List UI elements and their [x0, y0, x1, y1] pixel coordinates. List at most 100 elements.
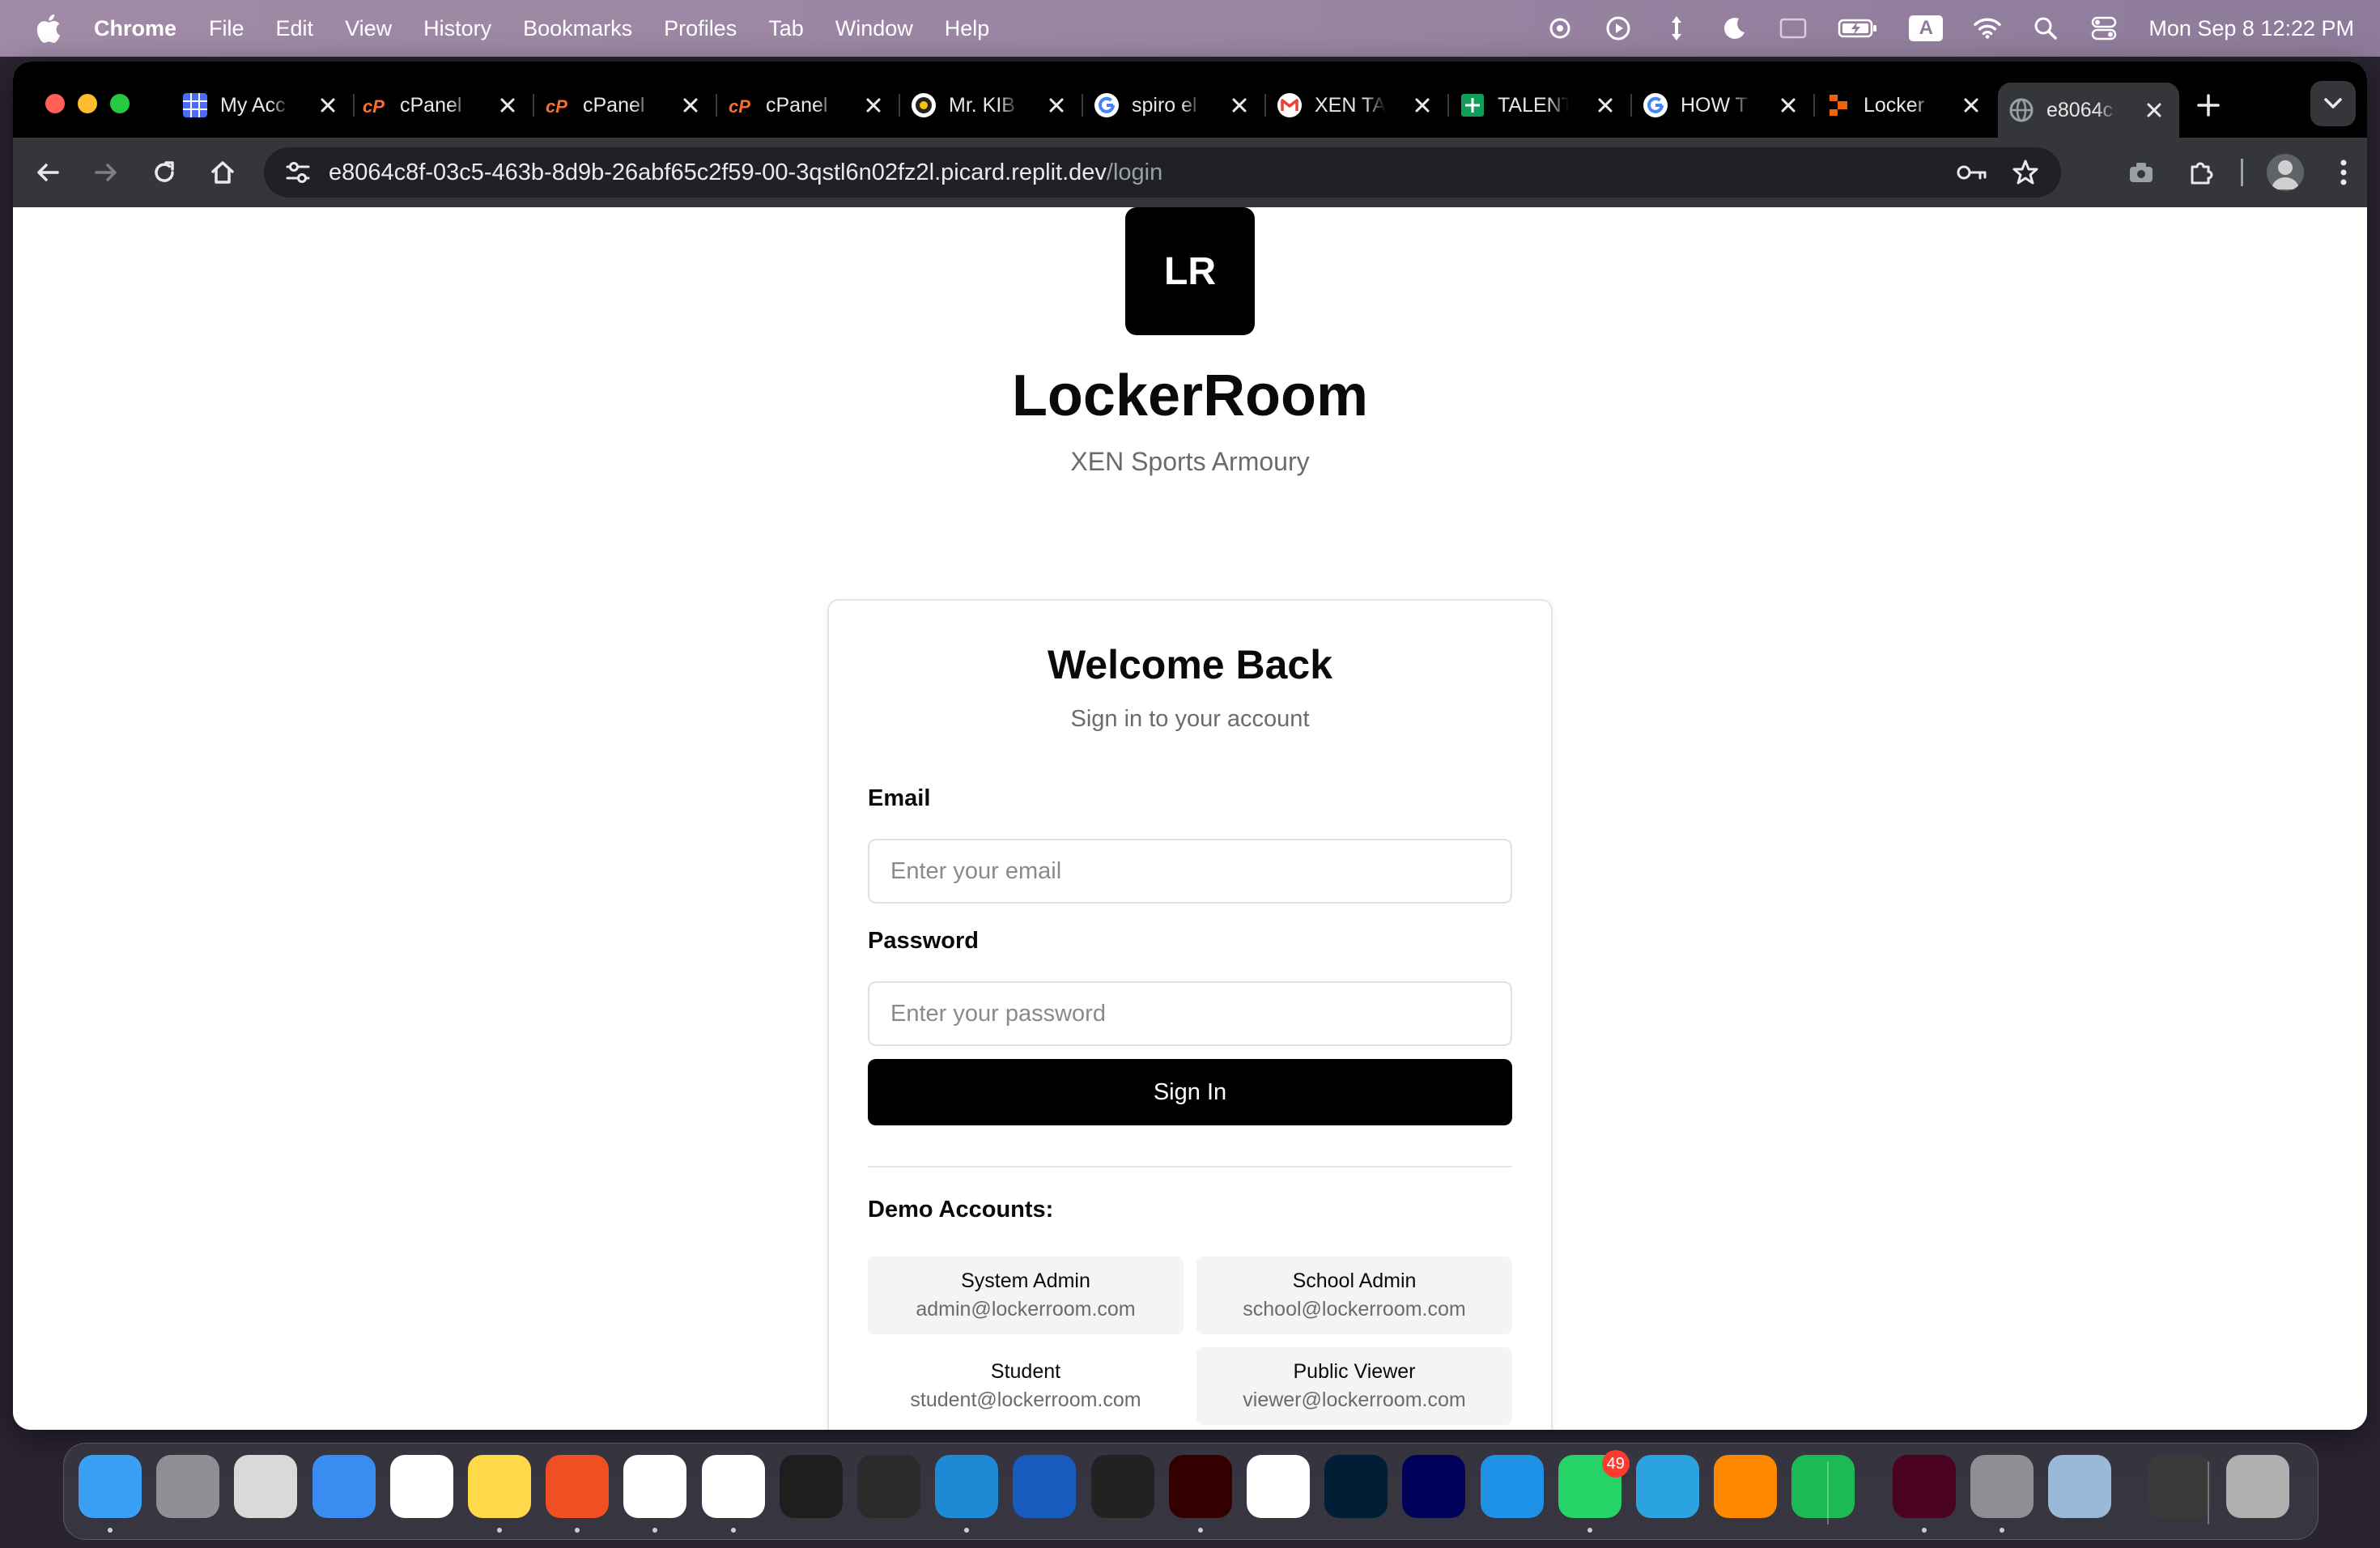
menu-window[interactable]: Window — [835, 16, 913, 41]
moon-icon[interactable] — [1721, 15, 1749, 42]
close-icon[interactable] — [1778, 95, 1799, 116]
demo-account-school-admin[interactable]: School Admin school@lockerroom.com — [1196, 1257, 1512, 1334]
close-icon[interactable] — [2144, 100, 2165, 121]
terminal-icon[interactable] — [779, 1455, 843, 1518]
demo-account-student[interactable]: Student student@lockerroom.com — [868, 1347, 1184, 1425]
site-settings-icon[interactable] — [282, 156, 314, 189]
brave-icon[interactable] — [546, 1455, 610, 1518]
vlc-icon[interactable] — [1714, 1455, 1778, 1518]
tab-9[interactable]: HOW T — [1632, 83, 1815, 128]
close-icon[interactable] — [1961, 95, 1982, 116]
email-field[interactable] — [868, 839, 1512, 904]
minimize-window-button[interactable] — [78, 94, 97, 113]
close-icon[interactable] — [1412, 95, 1433, 116]
close-window-button[interactable] — [45, 94, 65, 113]
mail-icon[interactable] — [312, 1455, 376, 1518]
menu-edit[interactable]: Edit — [276, 16, 314, 41]
launchpad-icon[interactable] — [234, 1455, 298, 1518]
spotify-icon[interactable] — [1791, 1455, 1855, 1518]
tab-2[interactable]: cP cPanel — [351, 83, 534, 128]
menu-profiles[interactable]: Profiles — [664, 16, 737, 41]
indesign-icon[interactable] — [1892, 1455, 1956, 1518]
new-tab-button[interactable] — [2192, 89, 2225, 121]
dev-app-icon[interactable] — [857, 1455, 920, 1518]
wifi-icon[interactable] — [1974, 15, 2002, 42]
whatsapp-icon[interactable]: 49 — [1558, 1450, 1630, 1518]
finder-icon[interactable] — [79, 1455, 142, 1518]
display-icon[interactable] — [1779, 15, 1807, 42]
input-source-icon[interactable]: A — [1909, 15, 1944, 41]
illustrator-icon[interactable] — [1168, 1455, 1232, 1518]
menu-file[interactable]: File — [209, 16, 244, 41]
menu-bookmarks[interactable]: Bookmarks — [523, 16, 632, 41]
close-icon[interactable] — [863, 95, 884, 116]
demo-account-system-admin[interactable]: System Admin admin@lockerroom.com — [868, 1257, 1184, 1334]
profile-avatar[interactable] — [2267, 154, 2304, 191]
close-icon[interactable] — [1229, 95, 1250, 116]
close-icon[interactable] — [1046, 95, 1067, 116]
password-field[interactable] — [868, 981, 1512, 1046]
zoom-window-button[interactable] — [110, 94, 130, 113]
divider — [868, 1166, 1512, 1167]
photoshop-icon[interactable] — [1324, 1455, 1388, 1518]
password-key-icon[interactable] — [1956, 156, 1988, 189]
tab-11[interactable]: e8064c — [1998, 83, 2179, 138]
capcut-icon[interactable] — [1247, 1455, 1310, 1518]
menu-app-name[interactable]: Chrome — [94, 16, 176, 41]
close-icon[interactable] — [317, 95, 338, 116]
downloads-stack-icon[interactable] — [2148, 1455, 2212, 1518]
apple-icon[interactable] — [31, 12, 66, 45]
home-button[interactable] — [204, 154, 241, 191]
tab-10[interactable]: Locker — [1815, 83, 1996, 128]
play-status-icon[interactable] — [1604, 15, 1632, 42]
sign-in-button[interactable]: Sign In — [868, 1059, 1512, 1125]
control-center-icon[interactable] — [2090, 15, 2118, 42]
battery-icon[interactable] — [1838, 15, 1878, 42]
preview-icon[interactable] — [2048, 1455, 2111, 1518]
menu-tab[interactable]: Tab — [768, 16, 804, 41]
menu-history[interactable]: History — [423, 16, 491, 41]
screenshot-camera-icon[interactable] — [2123, 154, 2160, 191]
tab-label: XEN TA — [1315, 93, 1386, 117]
tab-7[interactable]: XEN TA — [1266, 83, 1449, 128]
extensions-puzzle-icon[interactable] — [2182, 154, 2220, 191]
tab-5[interactable]: Mr. KIB — [900, 83, 1083, 128]
forward-button[interactable] — [87, 154, 125, 191]
address-bar[interactable]: e8064c8f-03c5-463b-8d9b-26abf65c2f59-00-… — [264, 147, 2061, 198]
demo-account-public-viewer[interactable]: Public Viewer viewer@lockerroom.com — [1196, 1347, 1512, 1425]
tab-4[interactable]: cP cPanel — [717, 83, 900, 128]
reminders-icon[interactable] — [389, 1455, 453, 1518]
bookmark-star-icon[interactable] — [2009, 156, 2042, 189]
tab-search-button[interactable] — [2310, 81, 2356, 126]
menubar-clock[interactable]: Mon Sep 8 12:22 PM — [2148, 16, 2354, 41]
reload-button[interactable] — [146, 154, 183, 191]
close-icon[interactable] — [680, 95, 701, 116]
dock-separator — [1827, 1461, 1829, 1525]
word-icon[interactable] — [1013, 1455, 1077, 1518]
tab-1[interactable]: My Acc — [172, 83, 355, 128]
close-icon[interactable] — [497, 95, 518, 116]
tab-8[interactable]: TALENT — [1449, 83, 1632, 128]
photos-app-icon[interactable] — [1090, 1455, 1154, 1518]
font-book-icon[interactable] — [156, 1455, 220, 1518]
trash-icon[interactable] — [2226, 1455, 2290, 1518]
tab-6[interactable]: spiro el — [1083, 83, 1266, 128]
notes-icon[interactable] — [468, 1455, 531, 1518]
tab-3[interactable]: cP cPanel — [534, 83, 717, 128]
after-effects-icon[interactable] — [1402, 1455, 1466, 1518]
globe-icon — [2008, 96, 2035, 124]
docker-icon[interactable] — [1480, 1455, 1544, 1518]
vscode-icon[interactable] — [935, 1455, 999, 1518]
telegram-icon[interactable] — [1636, 1455, 1699, 1518]
chatgpt-status-icon[interactable] — [1546, 15, 1574, 42]
more-menu-icon[interactable] — [2325, 154, 2362, 191]
resize-arrow-icon[interactable] — [1663, 15, 1690, 42]
menu-view[interactable]: View — [345, 16, 392, 41]
chatgpt-icon[interactable] — [701, 1455, 765, 1518]
chrome-icon[interactable] — [623, 1455, 687, 1518]
back-button[interactable] — [29, 154, 66, 191]
search-icon[interactable] — [2032, 15, 2059, 42]
close-icon[interactable] — [1595, 95, 1616, 116]
menu-help[interactable]: Help — [945, 16, 990, 41]
system-settings-icon[interactable] — [1970, 1455, 2034, 1518]
